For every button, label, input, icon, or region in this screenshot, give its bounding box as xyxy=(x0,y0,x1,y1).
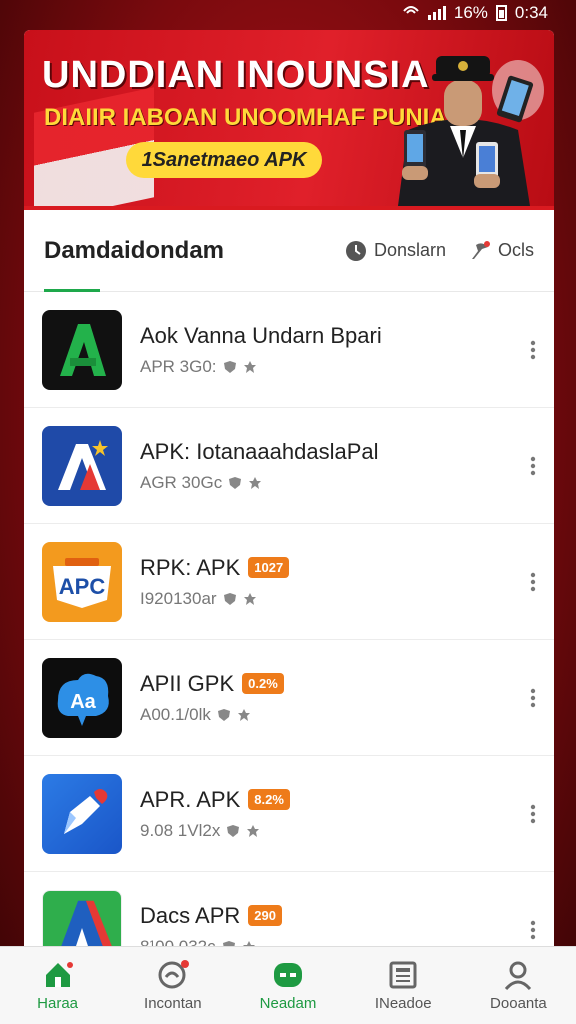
shield-icon xyxy=(223,592,236,605)
bottom-nav: Haraa Incontan Neadam INeadoe Dooanta xyxy=(0,946,576,1024)
app-name: RPK: APK xyxy=(140,554,241,580)
nav-profile[interactable]: Dooanta xyxy=(461,947,576,1024)
svg-text:APC: APC xyxy=(59,574,106,599)
app-name: Aok Vanna Undarn Bpari xyxy=(140,322,382,348)
more-options-icon[interactable] xyxy=(530,920,536,940)
shield-icon xyxy=(217,708,230,721)
banner-cta-button[interactable]: 1Sanetmaeo APK xyxy=(126,142,322,178)
app-meta: 8¹00 032c xyxy=(140,936,216,947)
nav-chat[interactable]: Incontan xyxy=(115,947,230,1024)
app-name: Dacs APR xyxy=(140,902,241,928)
tri-a-icon xyxy=(42,889,122,946)
more-options-icon[interactable] xyxy=(530,572,536,592)
app-meta: 9.08 1Vl2x xyxy=(140,820,221,840)
star-icon xyxy=(249,476,262,489)
list-item[interactable]: Dacs APR 290 8¹00 032c xyxy=(24,872,554,946)
app-meta: AGR 30Gc xyxy=(140,472,223,492)
app-meta: I920130ar xyxy=(140,588,217,608)
app-meta: APR 3G0: xyxy=(140,356,217,376)
app-name: APII GPK xyxy=(140,670,235,696)
nav-label: Neadam xyxy=(259,995,317,1012)
app-badge: 1027 xyxy=(248,557,290,578)
green-a-icon xyxy=(42,309,122,390)
notification-icon xyxy=(402,3,420,24)
battery-icon xyxy=(495,5,507,21)
battery-percent: 16% xyxy=(453,3,488,22)
nav-label: Haraa xyxy=(37,995,79,1012)
blue-a-icon xyxy=(42,425,122,506)
clock-icon xyxy=(345,240,366,261)
profile-icon xyxy=(505,961,532,991)
promo-banner[interactable]: UNDDIAN INOUNSIA DIAIIR IABOAN UNOOMHAF … xyxy=(24,30,554,206)
star-icon xyxy=(247,824,260,837)
more-options-icon[interactable] xyxy=(530,340,536,360)
news-icon xyxy=(389,961,417,989)
banner-title: UNDDIAN INOUNSIA xyxy=(42,54,430,96)
nav-label: Incontan xyxy=(144,995,202,1012)
pen-icon xyxy=(42,773,122,854)
nav-label: INeadoe xyxy=(374,995,432,1012)
app-name: APR. APK xyxy=(140,786,241,812)
tools-label: Ocls xyxy=(498,240,534,260)
downloads-label: Donslarn xyxy=(373,240,446,260)
more-options-icon[interactable] xyxy=(530,804,536,824)
list-item[interactable]: Aok Vanna Undarn Bpari APR 3G0: xyxy=(24,292,554,408)
officer-illustration xyxy=(398,56,544,206)
shield-icon xyxy=(229,476,242,489)
app-badge: 0.2% xyxy=(242,673,284,694)
home-icon xyxy=(45,962,73,987)
app-name: APK: IotanaaahdaslaPal xyxy=(140,438,379,464)
pin-icon xyxy=(472,240,490,259)
app-meta: A00.1/0lk xyxy=(140,704,211,724)
list-item[interactable]: Aa APII GPK 0.2% A00.1/0lk xyxy=(24,640,554,756)
app-list: Aok Vanna Undarn Bpari APR 3G0: APK: Iot… xyxy=(24,292,554,946)
app-badge: 8.2% xyxy=(248,789,290,810)
list-item[interactable]: APC RPK: APK 1027 I920130ar xyxy=(24,524,554,640)
list-item[interactable]: APR. APK 8.2% 9.08 1Vl2x xyxy=(24,756,554,872)
main-card: UNDDIAN INOUNSIA DIAIIR IABOAN UNOOMHAF … xyxy=(24,30,554,946)
status-bar: 16% 0:34 xyxy=(0,0,576,26)
more-options-icon[interactable] xyxy=(530,688,536,708)
app-badge: 290 xyxy=(248,905,282,926)
clock: 0:34 xyxy=(514,3,548,22)
star-icon xyxy=(243,360,256,373)
aa-icon: Aa xyxy=(42,657,122,738)
chat-icon xyxy=(158,960,189,989)
signal-icon xyxy=(427,6,446,20)
downloads-action[interactable]: Donslarn xyxy=(344,239,446,263)
shield-icon xyxy=(223,360,236,373)
nav-home[interactable]: Haraa xyxy=(0,947,115,1024)
star-icon xyxy=(237,708,250,721)
nav-news[interactable]: INeadoe xyxy=(346,947,461,1024)
shield-icon xyxy=(227,824,240,837)
section-tab-label[interactable]: Damdaidondam xyxy=(44,237,224,265)
apps-icon xyxy=(274,963,302,987)
apc-icon: APC xyxy=(42,541,122,622)
more-options-icon[interactable] xyxy=(530,456,536,476)
nav-label: Dooanta xyxy=(490,995,547,1012)
nav-apps[interactable]: Neadam xyxy=(230,947,345,1024)
list-item[interactable]: APK: IotanaaahdaslaPal AGR 30Gc xyxy=(24,408,554,524)
section-header: Damdaidondam Donslarn Ocls xyxy=(24,210,554,292)
star-icon xyxy=(243,592,256,605)
tools-action[interactable]: Ocls xyxy=(468,239,534,263)
svg-text:Aa: Aa xyxy=(70,691,96,713)
